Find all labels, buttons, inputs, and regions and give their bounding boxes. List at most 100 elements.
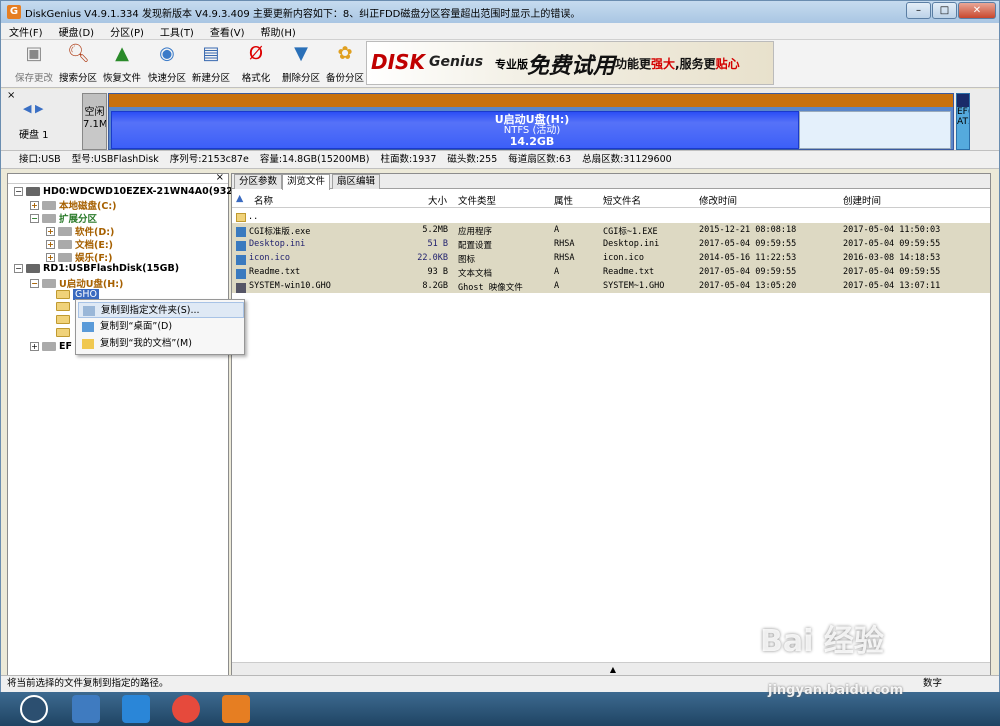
folder-icon — [56, 290, 70, 299]
close-icon[interactable]: × — [7, 90, 15, 101]
ico-file-icon — [236, 255, 246, 265]
info-heads: 磁头数:255 — [447, 154, 498, 165]
backup-partition-button[interactable]: ✿ 备份分区 — [322, 43, 368, 87]
tree-node-local-c[interactable]: + 本地磁盘(C:) — [30, 198, 116, 212]
title-bar[interactable]: G DiskGenius V4.9.1.334 发现新版本 V4.9.3.409… — [1, 1, 999, 23]
tree-node-extended[interactable]: − 扩展分区 — [30, 211, 97, 225]
close-icon[interactable]: × — [216, 172, 224, 183]
maximize-button[interactable]: □ — [932, 2, 957, 19]
delete-icon: ▼ — [294, 43, 308, 64]
col-type[interactable]: 文件类型 — [458, 193, 496, 207]
scroll-up-icon[interactable]: ▲ — [602, 665, 624, 674]
menu-view[interactable]: 查看(V) — [202, 24, 253, 39]
banner-slogan: 功能更强大,服务更贴心 — [615, 57, 740, 71]
col-modified[interactable]: 修改时间 — [699, 193, 737, 207]
window-title: DiskGenius V4.9.1.334 发现新版本 V4.9.3.409 主… — [25, 8, 581, 20]
app-window: G DiskGenius V4.9.1.334 发现新版本 V4.9.3.409… — [0, 0, 1000, 692]
disk-map: × ◀ ▶ 硬盘 1 空闲 7.1M U启动U盘(H:) NTFS (活动) 1… — [1, 89, 999, 151]
tree-node-efi[interactable]: + EF — [30, 341, 72, 352]
menu-bar: 文件(F) 硬盘(D) 分区(P) 工具(T) 查看(V) 帮助(H) — [1, 23, 999, 40]
menu-tools[interactable]: 工具(T) — [152, 24, 202, 39]
partition-segment-h[interactable]: U启动U盘(H:) NTFS (活动) 14.2GB — [108, 93, 954, 150]
file-row[interactable]: SYSTEM-win10.GHO 8.2GB Ghost 映像文件 A SYST… — [232, 279, 990, 293]
new-partition-button[interactable]: ▤ 新建分区 — [188, 43, 234, 87]
file-row-parent[interactable]: .. — [232, 209, 990, 223]
save-icon: ▣ — [25, 43, 43, 64]
search-partition-button[interactable]: 🔍︎ 搜索分区 — [55, 43, 101, 87]
close-button[interactable]: ✕ — [958, 2, 996, 19]
info-capacity: 容量:14.8GB(15200MB) — [259, 154, 370, 165]
quick-partition-button[interactable]: ◉ 快速分区 — [144, 43, 190, 87]
file-row[interactable]: icon.ico 22.0KB 图标 RHSA icon.ico 2014-05… — [232, 251, 990, 265]
col-name[interactable]: 名称 — [254, 193, 273, 207]
menu-partition[interactable]: 分区(P) — [102, 24, 152, 39]
tree-node-rd1[interactable]: − RD1:USBFlashDisk(15GB) — [14, 263, 179, 274]
folder-icon — [56, 302, 70, 311]
promo-banner[interactable]: DISK Genius 专业版 免费试用 功能更强大,服务更贴心 — [366, 41, 774, 85]
baidu-watermark-url: jingyan.baidu.com — [768, 683, 904, 698]
diskgenius-taskbar-icon[interactable] — [222, 695, 250, 723]
free-space-label: 空闲 — [84, 107, 105, 118]
search-icon: 🔍︎ — [67, 43, 90, 64]
folder-icon — [56, 328, 70, 337]
tab-sector-edit[interactable]: 扇区编辑 — [332, 174, 381, 189]
ie-browser-icon[interactable] — [122, 695, 150, 723]
documents-folder-icon — [82, 339, 94, 349]
partition-size: 14.2GB — [509, 135, 555, 148]
info-sectors-per-track: 每道扇区数:63 — [508, 154, 572, 165]
tree-node-docs-e[interactable]: + 文档(E:) — [46, 237, 113, 251]
new-partition-icon: ▤ — [202, 43, 220, 64]
tree-node-folder[interactable] — [56, 328, 73, 337]
efi-partition-segment[interactable]: EF( AT3 — [956, 93, 970, 150]
efi-sub-label: AT3 — [957, 117, 969, 127]
format-icon: Ø — [248, 43, 264, 64]
folder-icon — [56, 315, 70, 324]
file-row[interactable]: Readme.txt 93 B 文本文档 A Readme.txt 2017-0… — [232, 265, 990, 279]
numlock-indicator: 数字 — [923, 678, 943, 689]
start-button[interactable] — [20, 695, 48, 723]
menu-file[interactable]: 文件(F) — [1, 24, 51, 39]
file-row[interactable]: Desktop.ini 51 B 配置设置 RHSA Desktop.ini 2… — [232, 237, 990, 251]
banner-logo: DISK — [371, 50, 425, 74]
file-browser-panel: 分区参数 浏览文件 扇区编辑 ▲ 名称 大小 文件类型 属性 短文件名 修改时间… — [231, 173, 991, 677]
file-row[interactable]: CGI标准版.exe 5.2MB 应用程序 A CGI标~1.EXE 2015-… — [232, 223, 990, 237]
banner-logo-2: Genius — [429, 54, 484, 70]
partition-name: U启动U盘(H:) — [494, 113, 570, 126]
tree-node-ent-f[interactable]: + 娱乐(F:) — [46, 250, 112, 264]
disk-nav-arrows-icon[interactable]: ◀ ▶ — [23, 102, 43, 115]
folder-icon — [236, 213, 246, 222]
minimize-button[interactable]: – — [906, 2, 931, 19]
col-short-name[interactable]: 短文件名 — [603, 193, 641, 207]
info-serial: 序列号:2153c87e — [169, 154, 249, 165]
save-changes-button[interactable]: ▣ 保存更改 — [11, 43, 57, 87]
disk-info-bar: 接口:USB 型号:USBFlashDisk 序列号:2153c87e 容量:1… — [1, 151, 999, 169]
tree-node-folder[interactable] — [56, 315, 73, 324]
tab-browse-files[interactable]: 浏览文件 — [282, 174, 331, 190]
copy-to-folder-menu-item[interactable]: 复制到指定文件夹(S)... — [78, 302, 244, 318]
disk-label: 硬盘 1 — [19, 130, 49, 141]
recover-files-button[interactable]: ▲ 恢复文件 — [99, 43, 145, 87]
delete-partition-button[interactable]: ▼ 删除分区 — [278, 43, 324, 87]
info-interface: 接口:USB — [19, 154, 61, 165]
baidu-netdisk-icon[interactable] — [72, 695, 100, 723]
chrome-browser-icon[interactable] — [172, 695, 200, 723]
tree-node-hd0[interactable]: − HD0:WDCWD10EZEX-21WN4A0(932GB) — [14, 186, 252, 197]
txt-file-icon — [236, 269, 246, 279]
menu-disk[interactable]: 硬盘(D) — [51, 24, 103, 39]
col-created[interactable]: 创建时间 — [843, 193, 881, 207]
tree-node-folder[interactable] — [56, 302, 73, 311]
tab-partition-params[interactable]: 分区参数 — [234, 174, 283, 189]
copy-to-desktop-menu-item[interactable]: 复制到“桌面”(D) — [78, 319, 244, 335]
disk-tree-panel: × − HD0:WDCWD10EZEX-21WN4A0(932GB) + 本地磁盘(… — [7, 172, 252, 677]
format-button[interactable]: Ø 格式化 — [233, 43, 279, 87]
horizontal-scrollbar[interactable]: ▲ — [232, 662, 990, 676]
tree-node-software-d[interactable]: + 软件(D:) — [46, 224, 114, 238]
col-attr[interactable]: 属性 — [554, 193, 573, 207]
col-size[interactable]: 大小 — [428, 193, 447, 207]
tree-node-usb-h[interactable]: − U启动U盘(H:) — [30, 276, 123, 290]
info-model: 型号:USBFlashDisk — [71, 154, 159, 165]
copy-to-documents-menu-item[interactable]: 复制到“我的文档”(M) — [78, 336, 244, 352]
menu-help[interactable]: 帮助(H) — [253, 24, 304, 39]
sort-up-icon[interactable]: ▲ — [236, 193, 243, 204]
free-space-segment[interactable]: 空闲 7.1M — [82, 93, 107, 150]
